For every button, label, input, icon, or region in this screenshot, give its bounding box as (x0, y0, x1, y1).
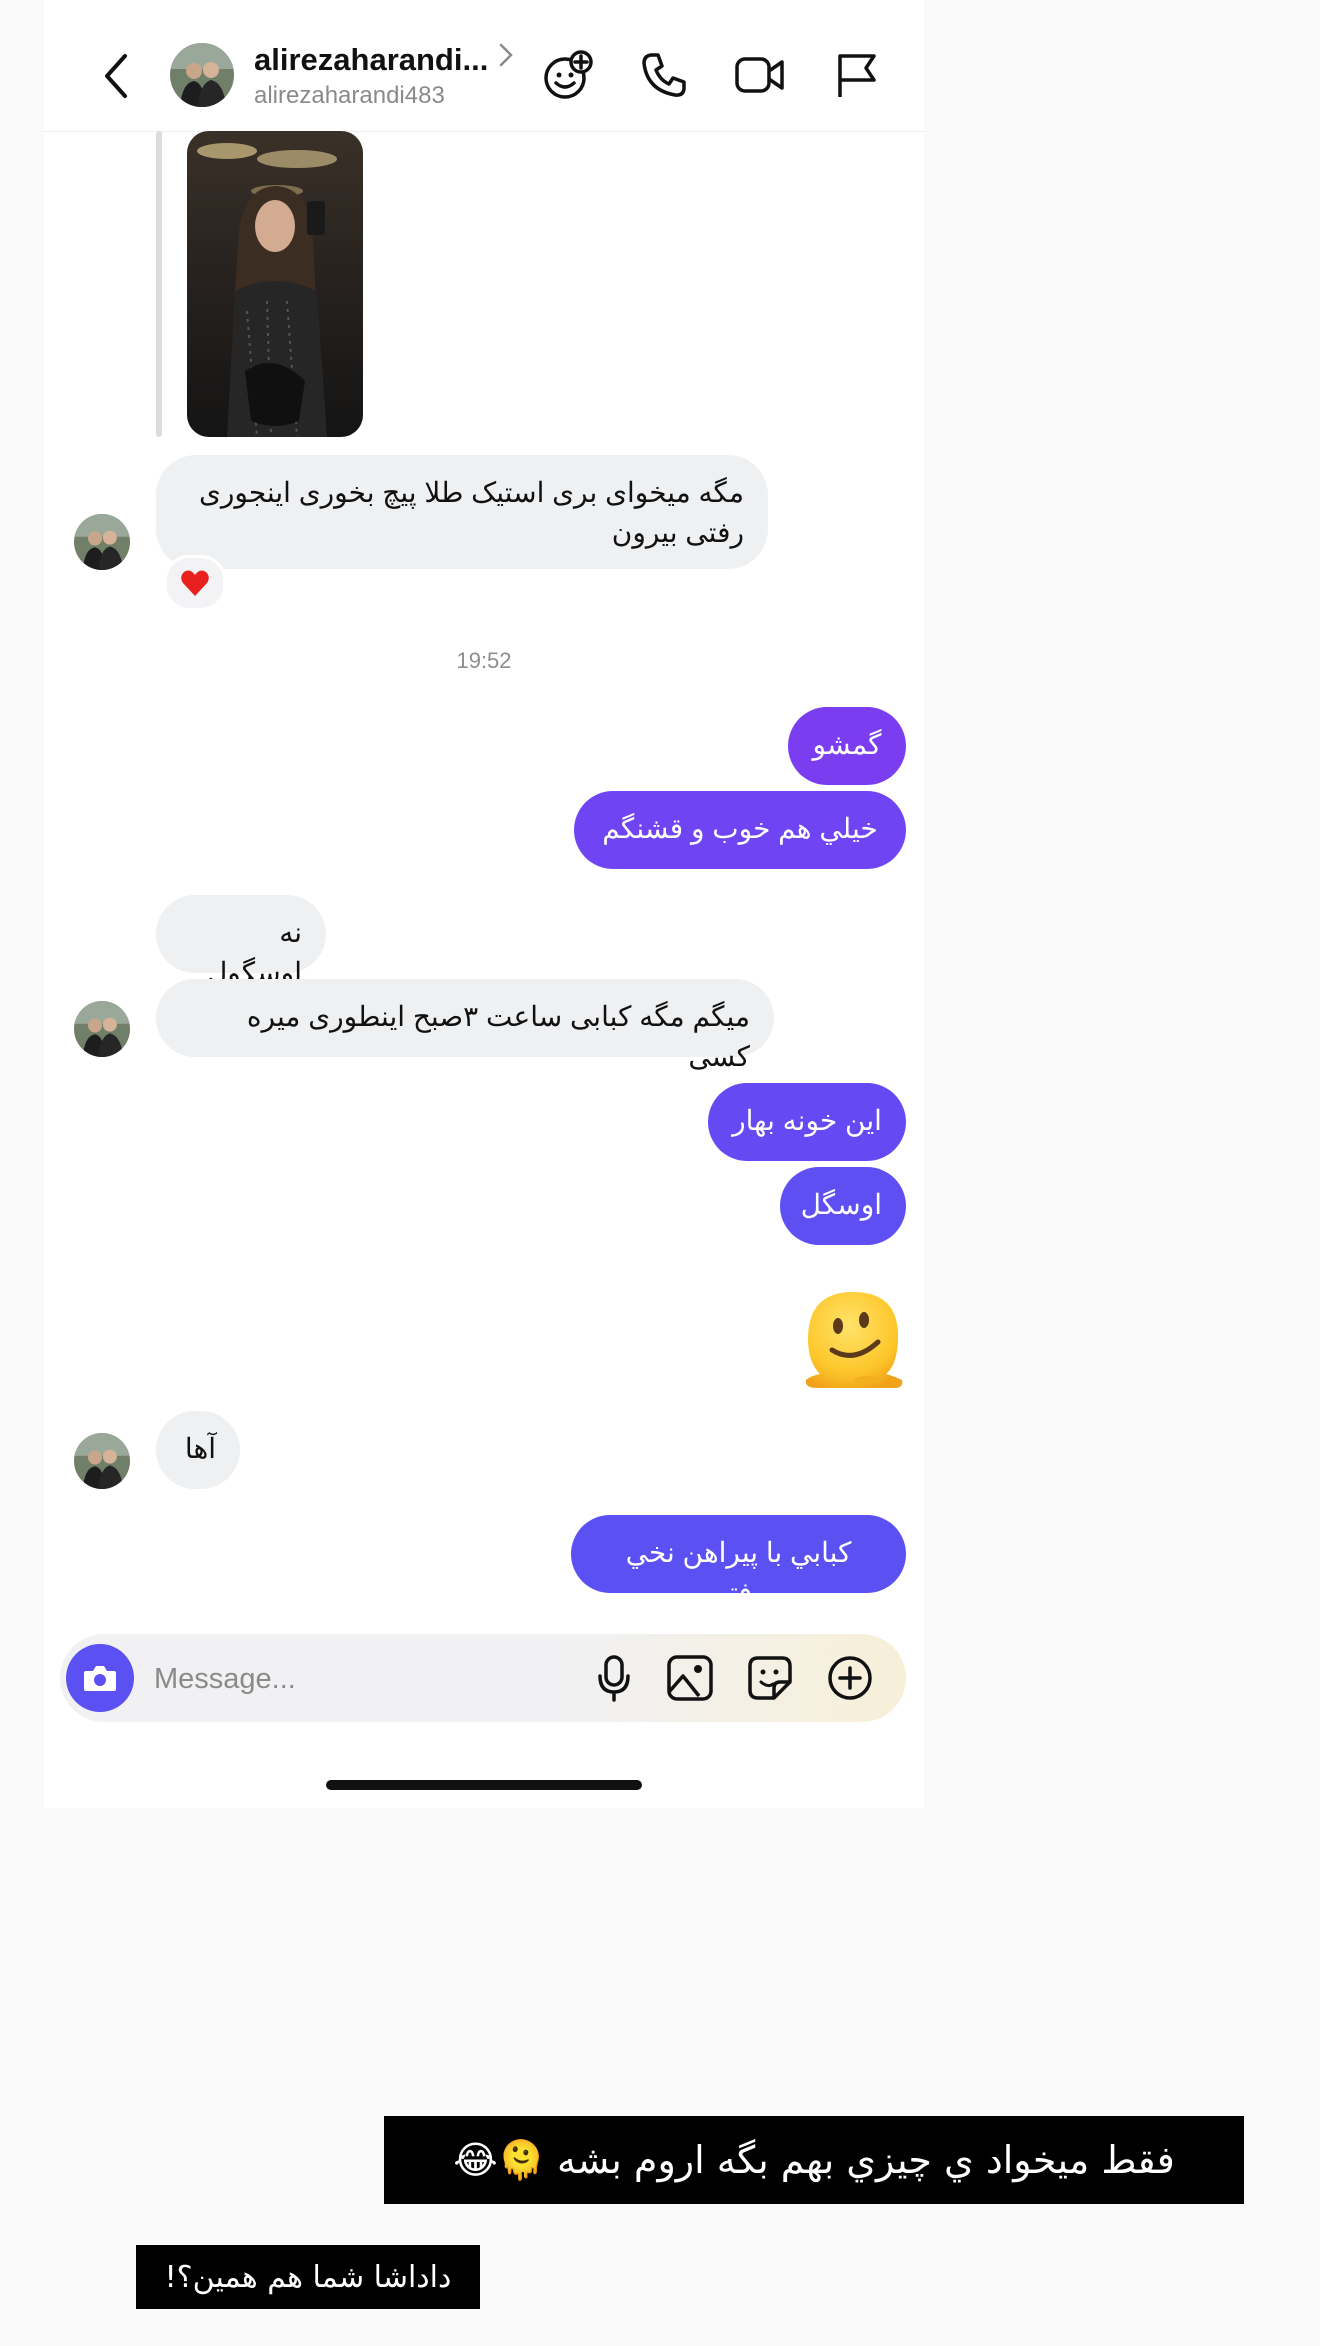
sent-message[interactable]: خيلي هم خوب و قشنگم (574, 791, 906, 869)
contact-display-name[interactable]: alirezaharandi... (254, 42, 488, 78)
caption-text: فقط میخواد ي چیزي بهم بگه اروم بشه 🫠😂 (384, 2116, 1244, 2204)
chat-header: alirezaharandi... alirezaharandi483 (44, 0, 924, 132)
message-input[interactable] (152, 1654, 536, 1704)
caption-text: داداشا شما هم همین؟! (136, 2245, 480, 2309)
timestamp: 19:52 (456, 648, 512, 673)
received-message[interactable]: آها (156, 1411, 240, 1489)
contact-avatar-small[interactable] (74, 1433, 130, 1489)
sent-message[interactable]: گمشو (788, 707, 906, 785)
heart-reaction[interactable] (164, 555, 226, 611)
sent-message[interactable]: این خونه بهار (708, 1083, 906, 1161)
effects-icon[interactable] (540, 47, 596, 103)
shared-photo[interactable] (187, 131, 363, 437)
chevron-right-icon[interactable] (498, 42, 514, 73)
plus-icon[interactable] (822, 1650, 878, 1706)
camera-icon[interactable] (66, 1644, 134, 1712)
flag-icon[interactable] (828, 47, 884, 103)
microphone-icon[interactable] (586, 1650, 642, 1706)
message-composer (60, 1634, 906, 1722)
received-message[interactable]: میگم مگه کبابی ساعت ۳صبح اینطوری میره کس… (156, 979, 774, 1072)
contact-avatar[interactable] (170, 43, 234, 107)
chat-screen: alirezaharandi... alirezaharandi483 مگه … (44, 0, 924, 1808)
reply-indicator-bar (156, 131, 162, 437)
gallery-icon[interactable] (662, 1650, 718, 1706)
back-icon[interactable] (96, 48, 136, 104)
sent-message[interactable]: كبابي با پيراهن نخي رفتم (571, 1515, 906, 1608)
contact-username[interactable]: alirezaharandi483 (254, 82, 445, 110)
received-message[interactable]: مگه میخوای بری استیک طلا پیچ بخوری اینجو… (156, 455, 768, 569)
melting-face-emoji[interactable] (798, 1284, 908, 1394)
home-indicator (326, 1780, 642, 1790)
sticker-icon[interactable] (742, 1650, 798, 1706)
sent-message[interactable]: اوسگل (780, 1167, 906, 1245)
contact-avatar-small[interactable] (74, 1001, 130, 1057)
received-message[interactable]: نه اوسگول (156, 895, 326, 988)
phone-icon[interactable] (636, 47, 692, 103)
video-icon[interactable] (732, 47, 788, 103)
contact-avatar-small[interactable] (74, 514, 130, 570)
